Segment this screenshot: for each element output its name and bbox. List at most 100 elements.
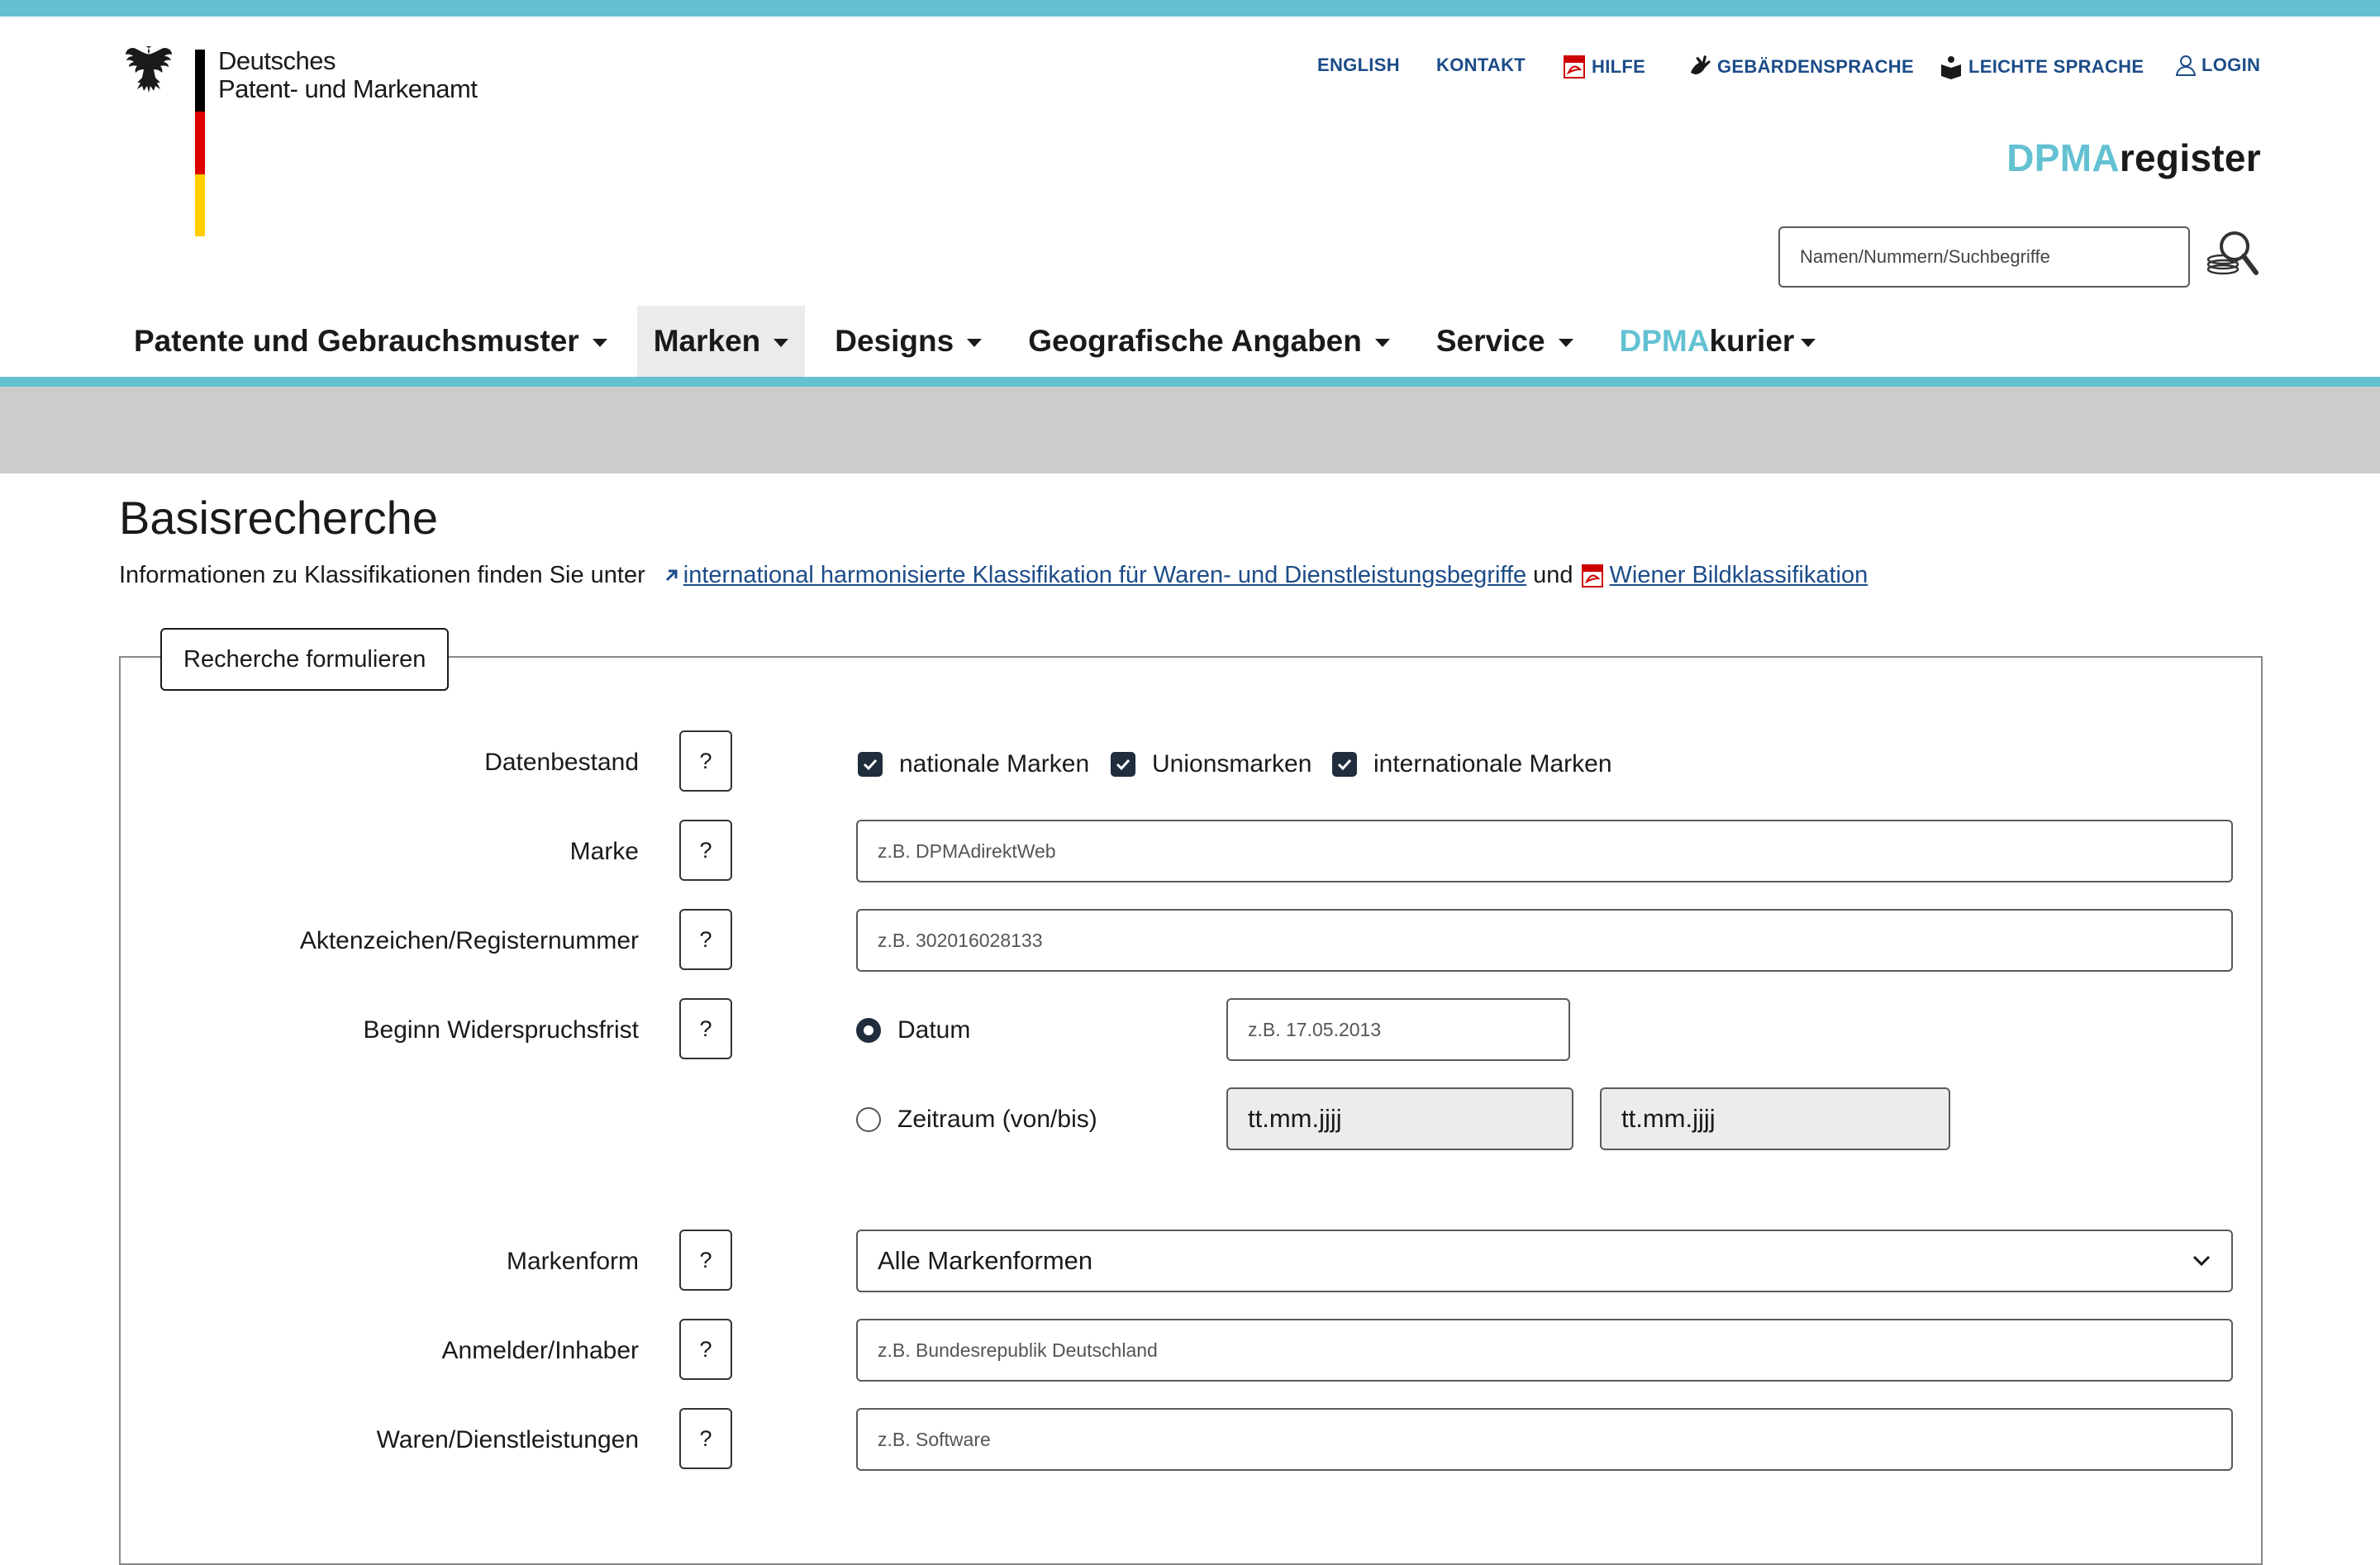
info-text: und (1533, 562, 1573, 588)
meta-link-gebaerdensprache[interactable]: GEBÄRDENSPRACHE (1687, 55, 1914, 79)
meta-link-label: LOGIN (2202, 55, 2261, 75)
label-widerspruchsfrist: Beginn Widerspruchsfrist (363, 1016, 639, 1044)
org-name-line1: Deutsches (218, 46, 336, 75)
pdf-icon (1564, 55, 1585, 78)
markenform-select[interactable]: Alle Markenformen (856, 1230, 2233, 1292)
nav-item-designs[interactable]: Designs (818, 306, 998, 377)
label-datenbestand: Datenbestand (484, 749, 639, 776)
german-flag-stripe (195, 50, 205, 236)
meta-link-kontakt[interactable]: KONTAKT (1436, 55, 1526, 76)
help-label: ? (699, 748, 712, 773)
datum-input[interactable] (1226, 998, 1570, 1061)
app-name-rest: register (2119, 136, 2261, 179)
label-marke: Marke (569, 838, 639, 865)
caret-down-icon (1374, 339, 1390, 347)
aktenzeichen-input[interactable] (856, 909, 2233, 972)
label-aktenzeichen: Aktenzeichen/Registernummer (299, 927, 639, 954)
nav-item-label-accent: DPMA (1619, 324, 1710, 358)
meta-link-english[interactable]: ENGLISH (1317, 55, 1400, 76)
caret-down-icon (1558, 339, 1573, 347)
chevron-down-icon (2192, 1255, 2211, 1267)
zeitraum-bis-input[interactable] (1600, 1087, 1950, 1150)
help-button-datenbestand[interactable]: ? (679, 730, 732, 792)
meta-link-label: HILFE (1592, 56, 1646, 77)
radio-zeitraum[interactable]: Zeitraum (von/bis) (856, 1106, 1097, 1134)
user-icon (2175, 55, 2197, 76)
label-anmelder: Anmelder/Inhaber (441, 1337, 639, 1364)
classification-info: Informationen zu Klassifikationen finden… (119, 562, 1868, 589)
nav-item-label: Geografische Angaben (1028, 324, 1362, 358)
nav-item-label: kurier (1709, 324, 1795, 358)
nav-item-service[interactable]: Service (1420, 306, 1590, 377)
caret-down-icon (774, 339, 789, 347)
radio-selected-icon (856, 1018, 881, 1043)
dpma-logo[interactable]: Deutsches Patent- und Markenamt (124, 43, 488, 236)
nav-item-label: Marken (653, 324, 761, 358)
page-title: Basisrecherche (119, 492, 438, 544)
checkbox-unionsmarken[interactable]: Unionsmarken (1111, 750, 1311, 778)
external-link-icon (665, 569, 678, 581)
app-name[interactable]: DPMAregister (2006, 136, 2261, 180)
link-wiener-bildklassifikation[interactable]: Wiener Bildklassifikation (1610, 562, 1868, 589)
anmelder-input[interactable] (856, 1319, 2233, 1382)
nav-item-dpmakurier[interactable]: DPMA kurier (1603, 306, 1833, 377)
main-nav: Patente und Gebrauchsmuster Marken Desig… (117, 306, 1845, 377)
help-label: ? (699, 1247, 712, 1272)
marke-input[interactable] (856, 820, 2233, 882)
magnifier-icon (2206, 231, 2259, 275)
checkbox-nationale-marken[interactable]: nationale Marken (858, 750, 1089, 778)
waren-input[interactable] (856, 1408, 2233, 1471)
org-name-line2: Patent- und Markenamt (218, 74, 478, 103)
nav-item-geografische-angaben[interactable]: Geografische Angaben (1011, 306, 1407, 377)
radio-label: Zeitraum (von/bis) (897, 1106, 1097, 1133)
radio-label: Datum (897, 1016, 971, 1044)
pdf-icon (1581, 564, 1603, 587)
checkbox-checked-icon (1332, 752, 1357, 777)
help-button-markenform[interactable]: ? (679, 1230, 732, 1291)
checkbox-internationale-marken[interactable]: internationale Marken (1332, 750, 1612, 778)
top-accent-bar (0, 0, 2380, 17)
checkbox-checked-icon (858, 752, 883, 777)
help-button-waren[interactable]: ? (679, 1408, 732, 1469)
caret-down-icon (592, 339, 607, 347)
recherche-formulieren-legend[interactable]: Recherche formulieren (160, 628, 450, 691)
federal-eagle-icon (126, 46, 172, 93)
nav-item-patente[interactable]: Patente und Gebrauchsmuster (117, 306, 624, 377)
caret-down-icon (1801, 339, 1816, 347)
meta-link-hilfe[interactable]: HILFE (1562, 55, 1645, 79)
nav-underline (0, 377, 2380, 387)
label-waren: Waren/Dienstleistungen (376, 1426, 639, 1453)
nav-item-label: Designs (835, 324, 954, 358)
meta-link-leichte-sprache[interactable]: LEICHTE SPRACHE (1939, 55, 2144, 79)
help-button-aktenzeichen[interactable]: ? (679, 909, 732, 970)
nav-item-marken[interactable]: Marken (636, 306, 806, 377)
meta-link-label: LEICHTE SPRACHE (1968, 56, 2144, 77)
help-button-marke[interactable]: ? (679, 820, 732, 881)
breadcrumb-band (0, 387, 2380, 473)
radio-unselected-icon (856, 1107, 881, 1132)
checkbox-label: internationale Marken (1373, 750, 1612, 778)
meta-link-label: GEBÄRDENSPRACHE (1717, 56, 1914, 77)
help-button-widerspruchsfrist[interactable]: ? (679, 998, 732, 1059)
caret-down-icon (967, 339, 983, 347)
checkbox-checked-icon (1111, 752, 1135, 777)
help-label: ? (699, 1336, 712, 1362)
easy-language-icon (1941, 56, 1961, 79)
info-text: Informationen zu Klassifikationen finden… (119, 562, 645, 588)
radio-datum[interactable]: Datum (856, 1016, 970, 1044)
header-search-button[interactable] (2205, 226, 2263, 284)
nav-item-label: Patente und Gebrauchsmuster (134, 324, 579, 358)
meta-link-label: KONTAKT (1436, 55, 1526, 75)
link-klassifikation[interactable]: international harmonisierte Klassifikati… (683, 562, 1526, 589)
checkbox-label: Unionsmarken (1152, 750, 1312, 778)
sign-language-icon (1691, 55, 1711, 74)
help-label: ? (699, 926, 712, 952)
meta-link-login[interactable]: LOGIN (2175, 55, 2260, 76)
help-label: ? (699, 837, 712, 863)
header-search-input[interactable] (1778, 226, 2190, 288)
help-label: ? (699, 1425, 712, 1451)
help-button-anmelder[interactable]: ? (679, 1319, 732, 1380)
zeitraum-von-input[interactable] (1226, 1087, 1573, 1150)
select-value: Alle Markenformen (878, 1246, 1093, 1275)
app-name-accent: DPMA (2006, 136, 2120, 179)
